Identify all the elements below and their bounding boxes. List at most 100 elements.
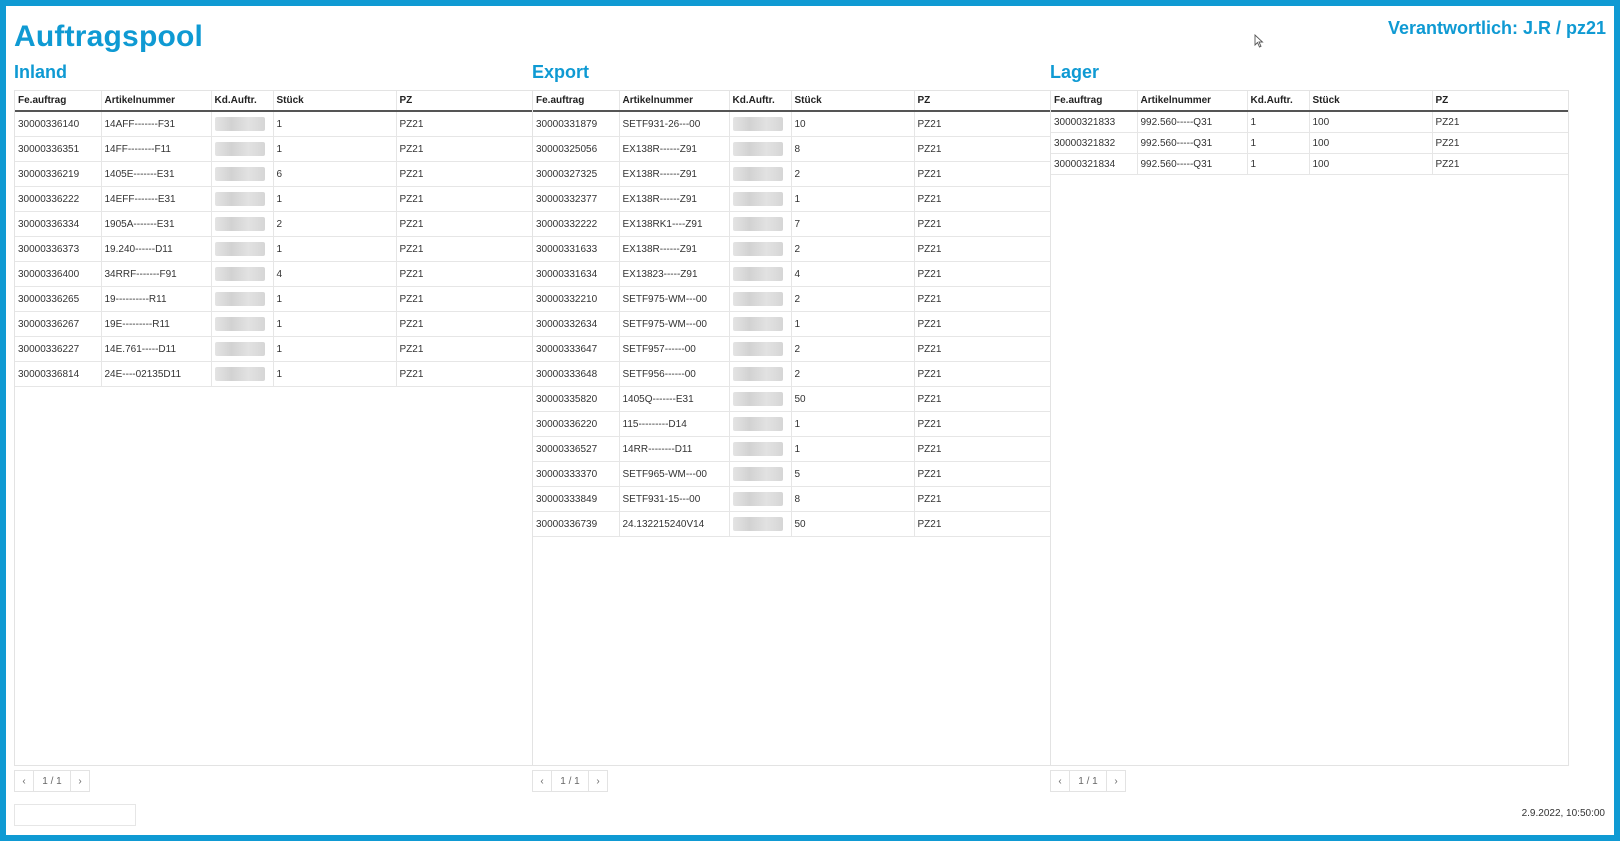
fe-auftrag-cell: 30000321832 [1051,132,1138,154]
artikelnummer-cell: SETF957------00 [619,336,730,362]
artikelnummer-cell: SETF931-26---00 [619,111,730,137]
table-row[interactable]: 30000336140 14AFF-------F31 1 PZ21 [15,111,532,137]
redacted-value [732,242,784,256]
table-row[interactable]: 30000336220 115---------D14 1 PZ21 [533,411,1050,437]
page-indicator: 1 / 1 [1069,771,1107,791]
col-header-stueck[interactable]: Stück [273,91,397,112]
artikelnummer-cell: 19E---------R11 [101,311,212,337]
fe-auftrag-cell: 30000331633 [533,236,620,262]
next-page-button[interactable]: › [1107,771,1125,791]
table-row[interactable]: 30000336334 1905A-------E31 2 PZ21 [15,211,532,237]
table-row[interactable]: 30000336227 14E.761-----D11 1 PZ21 [15,336,532,362]
col-header-stueck[interactable]: Stück [1309,91,1433,112]
table-row[interactable]: 30000325056 EX138R------Z91 8 PZ21 [533,136,1050,162]
stueck-cell: 1 [273,111,397,137]
kd-auftr-cell [211,136,274,162]
table-header-row: Fe.auftrag Artikelnummer Kd.Auftr. Stück… [1051,91,1568,112]
table-row[interactable]: 30000336400 34RRF-------F91 4 PZ21 [15,261,532,287]
stueck-cell: 8 [791,486,915,512]
responsible-label: Verantwortlich: J.R / pz21 [1387,18,1606,38]
col-header-artikelnummer[interactable]: Artikelnummer [101,91,212,112]
pz-cell: PZ21 [914,236,1050,262]
fe-auftrag-cell: 30000332210 [533,286,620,312]
stueck-cell: 100 [1309,111,1433,133]
col-header-kd-auftr[interactable]: Kd.Auftr. [211,91,274,112]
pz-cell: PZ21 [914,136,1050,162]
redacted-value [214,367,266,381]
page-indicator: 1 / 1 [33,771,71,791]
kd-auftr-cell: 1 [1247,132,1310,154]
prev-page-button[interactable]: ‹ [533,771,551,791]
table-row[interactable]: 30000336265 19----------R11 1 PZ21 [15,286,532,312]
table-row[interactable]: 30000336267 19E---------R11 1 PZ21 [15,311,532,337]
pz-cell: PZ21 [1432,111,1568,133]
orders-table: Fe.auftrag Artikelnummer Kd.Auftr. Stück… [1050,90,1569,766]
col-header-stueck[interactable]: Stück [791,91,915,112]
stueck-cell: 4 [791,261,915,287]
table-row[interactable]: 30000336219 1405E-------E31 6 PZ21 [15,161,532,187]
table-row[interactable]: 30000321832 992.560-----Q31 1 100 PZ21 [1051,132,1568,154]
table-row[interactable]: 30000332377 EX138R------Z91 1 PZ21 [533,186,1050,212]
kd-auftr-cell [211,311,274,337]
table-row[interactable]: 30000331634 EX13823-----Z91 4 PZ21 [533,261,1050,287]
table-row[interactable]: 30000336814 24E----02135D11 1 PZ21 [15,361,532,387]
table-row[interactable]: 30000332634 SETF975-WM---00 1 PZ21 [533,311,1050,337]
kd-auftr-cell: 1 [1247,153,1310,175]
fe-auftrag-cell: 30000327325 [533,161,620,187]
table-row[interactable]: 30000333648 SETF956------00 2 PZ21 [533,361,1050,387]
next-page-button[interactable]: › [71,771,89,791]
table-row[interactable]: 30000336222 14EFF-------E31 1 PZ21 [15,186,532,212]
table-row[interactable]: 30000333647 SETF957------00 2 PZ21 [533,336,1050,362]
pz-cell: PZ21 [914,261,1050,287]
kd-auftr-cell [729,411,792,437]
table-row[interactable]: 30000327325 EX138R------Z91 2 PZ21 [533,161,1050,187]
table-row[interactable]: 30000331633 EX138R------Z91 2 PZ21 [533,236,1050,262]
table-row[interactable]: 30000321833 992.560-----Q31 1 100 PZ21 [1051,111,1568,133]
footer-filter-box[interactable] [14,804,136,826]
col-header-kd-auftr[interactable]: Kd.Auftr. [729,91,792,112]
table-row[interactable]: 30000331879 SETF931-26---00 10 PZ21 [533,111,1050,137]
col-header-pz[interactable]: PZ [1432,91,1568,112]
redacted-value [732,267,784,281]
col-header-artikelnummer[interactable]: Artikelnummer [619,91,730,112]
artikelnummer-cell: SETF975-WM---00 [619,311,730,337]
table-row[interactable]: 30000332222 EX138RK1----Z91 7 PZ21 [533,211,1050,237]
col-header-fe-auftrag[interactable]: Fe.auftrag [533,91,620,112]
table-row[interactable]: 30000336373 19.240------D11 1 PZ21 [15,236,532,262]
kd-auftr-cell: 1 [1247,111,1310,133]
redacted-value [732,167,784,181]
fe-auftrag-cell: 30000336814 [15,361,102,387]
artikelnummer-cell: EX138RK1----Z91 [619,211,730,237]
table-row[interactable]: 30000336527 14RR--------D11 1 PZ21 [533,436,1050,462]
col-header-artikelnummer[interactable]: Artikelnummer [1137,91,1248,112]
artikelnummer-cell: 34RRF-------F91 [101,261,212,287]
table-row[interactable]: 30000333849 SETF931-15---00 8 PZ21 [533,486,1050,512]
fe-auftrag-cell: 30000333648 [533,361,620,387]
artikelnummer-cell: SETF965-WM---00 [619,461,730,487]
pz-cell: PZ21 [1432,153,1568,175]
table-row[interactable]: 30000321834 992.560-----Q31 1 100 PZ21 [1051,153,1568,175]
panel-inland: Inland Fe.auftrag Artikelnummer Kd.Auftr… [14,60,534,796]
table-row[interactable]: 30000333370 SETF965-WM---00 5 PZ21 [533,461,1050,487]
prev-page-button[interactable]: ‹ [1051,771,1069,791]
artikelnummer-cell: 14AFF-------F31 [101,111,212,137]
redacted-value [214,192,266,206]
pz-cell: PZ21 [396,286,532,312]
redacted-value [214,167,266,181]
col-header-pz[interactable]: PZ [396,91,532,112]
table-row[interactable]: 30000332210 SETF975-WM---00 2 PZ21 [533,286,1050,312]
pz-cell: PZ21 [914,486,1050,512]
redacted-value [732,467,784,481]
col-header-pz[interactable]: PZ [914,91,1050,112]
prev-page-button[interactable]: ‹ [15,771,33,791]
artikelnummer-cell: EX138R------Z91 [619,136,730,162]
col-header-kd-auftr[interactable]: Kd.Auftr. [1247,91,1310,112]
col-header-fe-auftrag[interactable]: Fe.auftrag [15,91,102,112]
table-row[interactable]: 30000336351 14FF--------F11 1 PZ21 [15,136,532,162]
panel-export: Export Fe.auftrag Artikelnummer Kd.Auftr… [532,60,1052,796]
next-page-button[interactable]: › [589,771,607,791]
col-header-fe-auftrag[interactable]: Fe.auftrag [1051,91,1138,112]
pz-cell: PZ21 [914,436,1050,462]
table-row[interactable]: 30000335820 1405Q-------E31 50 PZ21 [533,386,1050,412]
table-row[interactable]: 30000336739 24.132215240V14 50 PZ21 [533,511,1050,537]
